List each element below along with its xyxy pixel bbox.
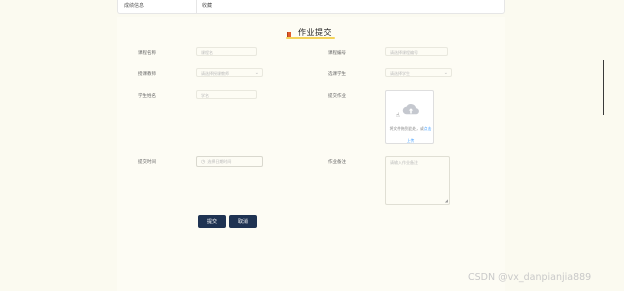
table-cell-favorites[interactable]: 收藏 — [202, 2, 212, 9]
upload-link[interactable]: 上传 — [386, 138, 435, 144]
watermark: CSDN @vx_danpianjia889 — [468, 272, 592, 283]
homework-label: 提交作业 — [328, 94, 346, 99]
student-name-input[interactable]: 学名 — [196, 90, 257, 99]
cloud-upload-icon — [402, 104, 419, 115]
scrollbar[interactable] — [603, 60, 604, 115]
upload-dropzone[interactable]: ☝ 将文件拖到此处，或点击 上传 — [385, 90, 434, 144]
student-select-label: 选课学生 — [328, 72, 346, 77]
submit-time-label: 提交时间 — [138, 160, 156, 165]
course-no-input[interactable]: 请选择课程编号 — [385, 47, 448, 56]
title-underline — [286, 37, 335, 39]
remark-label: 作业备注 — [328, 160, 346, 165]
course-name-label: 课程名称 — [138, 51, 156, 56]
course-no-label: 课程编号 — [328, 51, 346, 56]
submit-button[interactable]: 提交 — [198, 215, 226, 228]
cancel-button[interactable]: 取消 — [229, 215, 257, 228]
submit-time-picker[interactable]: ◷ 选择日期时间 — [196, 156, 263, 167]
student-name-label: 学生姓名 — [138, 94, 156, 99]
resize-grip-icon[interactable]: ◢ — [445, 198, 448, 203]
chevron-down-icon: ⌄ — [254, 70, 259, 76]
upload-hint: 将文件拖到此处，或点击 — [389, 126, 432, 131]
remark-textarea[interactable]: 请输入作业备注 ◢ — [385, 156, 450, 205]
course-name-input[interactable]: 课程名 — [196, 47, 257, 56]
teacher-select[interactable]: 请选择授课教师 ⌄ — [196, 68, 263, 77]
teacher-label: 授课教师 — [138, 72, 156, 77]
chevron-down-icon: ⌄ — [443, 70, 448, 76]
table-divider — [196, 0, 197, 13]
pointer-cursor-icon: ☝ — [396, 112, 400, 119]
table-cell-grades: 成绩信息 — [124, 3, 145, 9]
upload-click-link[interactable]: 点击 — [424, 126, 432, 131]
top-table-row: 成绩信息 收藏 — [117, 0, 505, 14]
clock-icon: ◷ — [201, 159, 206, 165]
student-select[interactable]: 请选择学生 ⌄ — [385, 68, 452, 77]
form-card — [117, 17, 505, 291]
